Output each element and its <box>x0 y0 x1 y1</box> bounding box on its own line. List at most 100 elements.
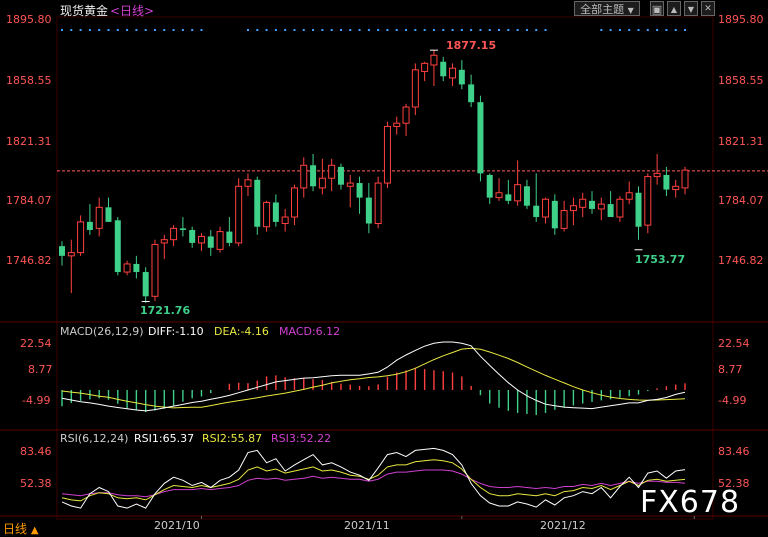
chart-canvas[interactable] <box>0 0 768 537</box>
candle-body <box>551 200 558 229</box>
signal-dot <box>172 29 175 31</box>
candle-body <box>318 177 326 189</box>
signal-dot <box>79 29 82 31</box>
macd-axis-left: 8.77 <box>28 363 53 376</box>
maximize-icon[interactable]: ▣ <box>650 1 664 16</box>
signal-dot <box>377 29 380 31</box>
macd-axis-left: 22.54 <box>20 337 52 350</box>
candle-body <box>272 202 279 222</box>
signal-dot <box>423 29 426 31</box>
price-label-left: 1895.80 <box>6 13 52 26</box>
scroll-down-icon[interactable]: ▼ <box>684 1 698 16</box>
x-axis-label: 2021/10 <box>154 519 200 532</box>
candle-body <box>346 182 354 187</box>
signal-dot <box>256 29 259 31</box>
scroll-up-icon[interactable]: ▲ <box>667 1 681 16</box>
low-price-annotation: 1721.76 <box>140 304 191 317</box>
signal-dot <box>479 29 482 31</box>
signal-dot <box>405 29 408 31</box>
candle-body <box>681 169 689 189</box>
chevron-down-icon: ▼ <box>627 6 634 15</box>
rsi1-line <box>61 447 686 509</box>
signal-dot <box>432 29 435 31</box>
signal-dot <box>367 29 370 31</box>
rsi-axis-right: 83.46 <box>718 445 750 458</box>
signal-dot <box>200 29 203 31</box>
candle-body <box>254 179 261 227</box>
close-icon[interactable]: ✕ <box>701 1 715 16</box>
candle-body <box>505 194 512 201</box>
candle-body <box>263 201 271 228</box>
candle-body <box>86 221 93 230</box>
candle-body <box>440 61 447 77</box>
candle-body <box>468 84 475 103</box>
signal-dot <box>544 29 547 31</box>
price-label-left: 1784.07 <box>6 194 52 207</box>
candle-body <box>67 252 75 257</box>
candle-body <box>569 205 577 212</box>
candle-body <box>486 174 493 198</box>
candle-body <box>300 164 308 189</box>
candle-body <box>235 185 243 244</box>
candle-body <box>123 263 131 273</box>
macd-title: MACD(26,12,9) <box>60 325 144 338</box>
candle-body <box>105 207 112 222</box>
signal-dot <box>163 29 166 31</box>
candle-body <box>597 203 605 210</box>
candle-body <box>374 182 382 225</box>
signal-dot <box>628 29 631 31</box>
signal-dot <box>70 29 73 31</box>
signal-dot <box>153 29 156 31</box>
candle-body <box>151 244 159 297</box>
period-bracket[interactable]: <日线> <box>110 2 154 19</box>
candle-body <box>514 184 522 202</box>
candle-body <box>644 176 652 226</box>
signal-dot <box>349 29 352 31</box>
candle-body <box>328 164 336 179</box>
caret-up-icon: ▲ <box>30 525 39 536</box>
signal-dot <box>88 29 91 31</box>
signal-dot <box>246 29 249 31</box>
candle-body <box>170 227 178 241</box>
signal-dot <box>358 29 361 31</box>
signal-dot <box>395 29 398 31</box>
candle-body <box>430 54 438 66</box>
fx678-watermark: FX678 <box>640 485 741 520</box>
signal-dot <box>646 29 649 31</box>
candle-body <box>653 172 661 178</box>
signal-dot <box>535 29 538 31</box>
signal-dot <box>144 29 147 31</box>
candle-body <box>95 206 103 229</box>
signal-dot <box>637 29 640 31</box>
x-axis-label: 2021/11 <box>344 519 390 532</box>
rsi-axis-left: 83.46 <box>20 445 52 458</box>
candle-body <box>616 198 624 218</box>
signal-dot <box>98 29 101 31</box>
candle-body <box>449 67 457 79</box>
theme-dropdown[interactable]: 全部主题 ▼ <box>574 1 640 16</box>
candle-body <box>383 125 391 184</box>
signal-dot <box>525 29 528 31</box>
signal-dot <box>470 29 473 31</box>
candle-body <box>533 205 540 218</box>
signal-dot <box>61 29 63 31</box>
candle-body <box>542 198 550 218</box>
price-label-right: 1858.55 <box>718 74 764 87</box>
rsi-title: RSI(6,12,24) <box>60 432 129 445</box>
signal-dot <box>516 29 519 31</box>
candle-body <box>365 197 372 224</box>
candle-body <box>523 186 530 206</box>
signal-dot <box>451 29 454 31</box>
period-selector[interactable]: 日线 ▲ <box>3 520 39 537</box>
candle-body <box>672 185 680 191</box>
signal-dot <box>665 29 668 31</box>
signal-dot <box>135 29 138 31</box>
chart-window: 现货黄金 <日线> 全部主题 ▼ ▣ ▲ ▼ ✕ 1895.80 1858.55… <box>0 0 768 537</box>
candle-body <box>560 210 568 229</box>
candle-body <box>356 183 363 198</box>
candle-body <box>179 228 186 230</box>
rsi-axis-left: 52.38 <box>20 477 52 490</box>
rsi2-value: RSI2:55.87 <box>202 432 263 445</box>
signal-dot <box>414 29 417 31</box>
price-label-right: 1895.80 <box>718 13 764 26</box>
